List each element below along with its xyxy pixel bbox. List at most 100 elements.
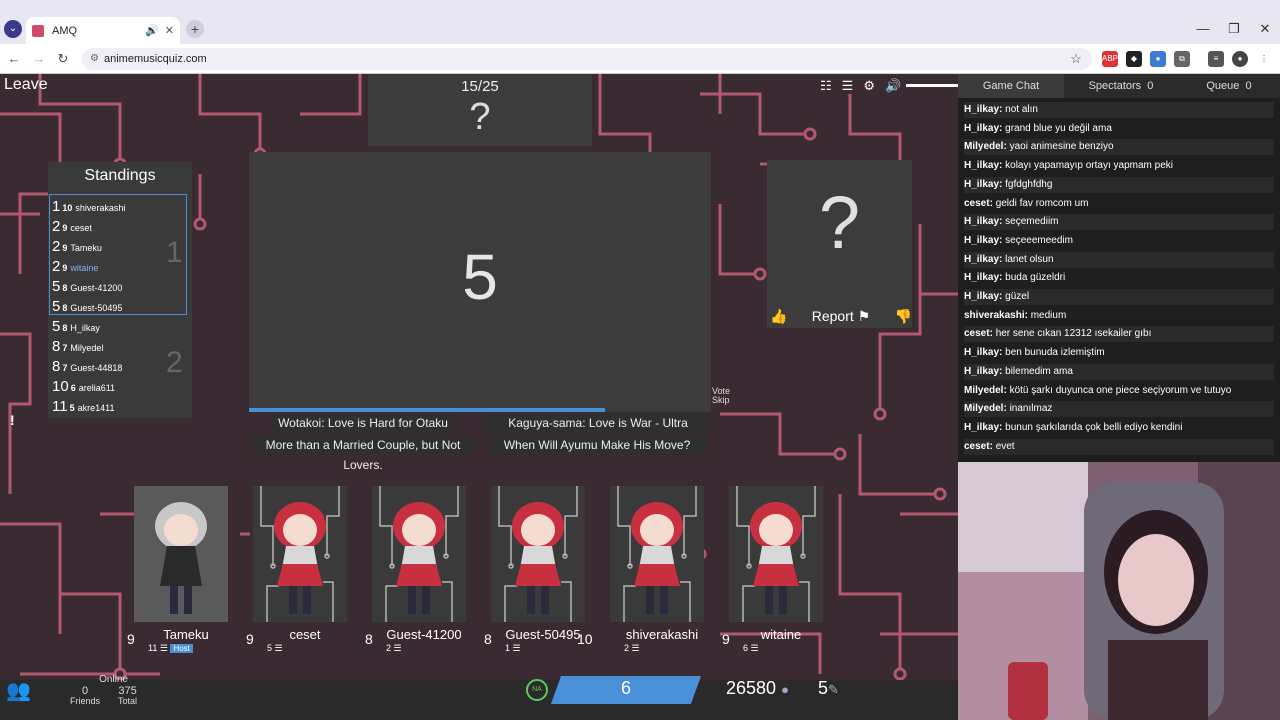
volume-slider[interactable] [906,84,958,87]
chat-username[interactable]: shiverakashi: [964,310,1028,321]
list-icon[interactable]: ☰ [160,643,168,653]
tab-spectators[interactable]: Spectators 0 [1064,74,1178,98]
report-button[interactable]: Report ⚑ [812,308,870,325]
standings-row[interactable]: 2 9 Tameku [52,238,102,255]
back-button[interactable]: ← [4,49,24,69]
standings-row[interactable]: 5 8 Guest-50495 [52,298,122,315]
restore-button[interactable]: ❐ [1219,18,1249,40]
chat-username[interactable]: H_ilkay: [964,179,1002,190]
list-icon[interactable]: ☰ [632,643,640,653]
browser-menu-icon[interactable]: ⋮ [1256,51,1272,67]
standings-row[interactable]: 11 5 akre1411 [52,398,114,415]
standings-row[interactable]: 10 6 arelia611 [52,378,115,395]
standings-row[interactable]: 8 7 Guest-44818 [52,358,122,375]
chat-username[interactable]: H_ilkay: [964,291,1002,302]
player-name[interactable]: Tameku [126,627,246,642]
chat-username[interactable]: Milyedel: [964,385,1007,396]
chat-username[interactable]: ceset: [964,198,993,209]
chat-username[interactable]: H_ilkay: [964,160,1002,171]
url-text: animemusicquiz.com [104,53,207,65]
media-control-icon[interactable]: ≡ [1208,51,1224,67]
chat-username[interactable]: H_ilkay: [964,347,1002,358]
menu-icon[interactable]: ☰ [842,78,854,94]
leave-button[interactable]: Leave [4,76,48,94]
standings-row[interactable]: 8 7 Milyedel [52,338,103,355]
player-list-count: 11 [148,643,158,653]
settings-gear-icon[interactable]: ⚙ [863,78,875,94]
chat-username[interactable]: H_ilkay: [964,254,1002,265]
close-window-button[interactable]: ✕ [1250,18,1280,40]
total-count: 375 [118,685,137,697]
answer-option[interactable]: Kaguya-sama: Love is War - Ultra Romanti… [486,413,710,450]
bookmark-star-icon[interactable]: ☆ [1066,49,1086,69]
list-view-icon[interactable]: ☷ [820,78,832,94]
standings-row[interactable]: 2 9 witaine [52,258,98,275]
social-friends-icon[interactable]: 👥 [6,678,31,703]
thumbs-down-icon[interactable]: 👎 [895,308,912,325]
list-icon[interactable]: ☰ [513,643,521,653]
player-avatar[interactable] [610,486,704,622]
forward-button[interactable]: → [29,49,49,69]
tab-search-icon[interactable]: ⌄ [4,20,22,38]
notes-currency[interactable]: 26580 ● [726,678,789,699]
extension-icon[interactable]: ◆ [1126,51,1142,67]
adblock-extension-icon[interactable]: ABP [1102,51,1118,67]
chat-username[interactable]: ceset: [964,328,993,339]
volume-icon[interactable]: 🔊 [885,78,901,94]
chat-username[interactable]: ceset: [964,441,993,452]
thumbs-up-icon[interactable]: 👍 [770,308,787,325]
player-name[interactable]: ceset [245,627,365,642]
chat-username[interactable]: H_ilkay: [964,235,1002,246]
standing-position: 10 [52,378,69,395]
site-info-icon[interactable]: ⚙ [90,48,99,70]
tab-queue[interactable]: Queue 0 [1178,74,1280,98]
chat-username[interactable]: H_ilkay: [964,104,1002,115]
player-name[interactable]: witaine [721,627,841,642]
player-avatar[interactable] [372,486,466,622]
standing-name: Guest-41200 [70,283,123,293]
list-icon[interactable]: ☰ [275,643,283,653]
new-tab-button[interactable]: + [186,20,204,38]
player-name[interactable]: shiverakashi [602,627,722,642]
browser-tab[interactable]: AMQ 🔊 ✕ [26,17,180,44]
player-avatar[interactable] [729,486,823,622]
tickets-currency[interactable]: 5✎ [818,678,839,699]
standing-name: ceset [70,223,92,233]
vote-skip-button[interactable]: Vote Skip [712,387,730,405]
standing-score: 7 [62,363,68,373]
tab-game-chat[interactable]: Game Chat [958,74,1064,98]
answer-option[interactable]: When Will Ayumu Make His Move? [486,435,708,455]
standing-position: 2 [52,238,61,255]
url-input[interactable]: ⚙ animemusicquiz.com [82,48,1092,70]
player-name[interactable]: Guest-41200 [364,627,484,642]
close-tab-icon[interactable]: ✕ [165,24,174,37]
chat-username[interactable]: H_ilkay: [964,272,1002,283]
report-label: Report [811,307,854,324]
standings-row[interactable]: 2 9 ceset [52,218,92,235]
alert-icon[interactable]: ! [10,412,24,430]
player-avatar[interactable] [253,486,347,622]
answer-option[interactable]: More than a Married Couple, but Not Love… [252,435,474,472]
extension-icon[interactable]: ● [1150,51,1166,67]
chat-username[interactable]: H_ilkay: [964,422,1002,433]
region-badge[interactable]: NA [526,679,548,701]
chat-username[interactable]: H_ilkay: [964,366,1002,377]
player-avatar[interactable] [134,486,228,622]
chat-username[interactable]: Milyedel: [964,403,1007,414]
reload-button[interactable]: ↻ [53,49,73,69]
standings-row[interactable]: 1 10 shiverakashi [52,198,125,215]
chat-username[interactable]: H_ilkay: [964,123,1002,134]
player-avatar[interactable] [491,486,585,622]
chat-username[interactable]: H_ilkay: [964,216,1002,227]
extensions-puzzle-icon[interactable]: ⧉ [1174,51,1190,67]
chat-username[interactable]: Milyedel: [964,141,1007,152]
standings-row[interactable]: 5 8 H_ilkay [52,318,100,335]
profile-avatar-icon[interactable]: ● [1232,51,1248,67]
speaker-icon[interactable]: 🔊 [145,24,159,37]
minimize-button[interactable]: — [1188,18,1218,40]
list-icon[interactable]: ☰ [394,643,402,653]
standings-row[interactable]: 5 8 Guest-41200 [52,278,122,295]
list-icon[interactable]: ☰ [751,643,759,653]
answer-option[interactable]: Wotakoi: Love is Hard for Otaku [272,413,454,433]
chat-text: evet [995,440,1015,452]
